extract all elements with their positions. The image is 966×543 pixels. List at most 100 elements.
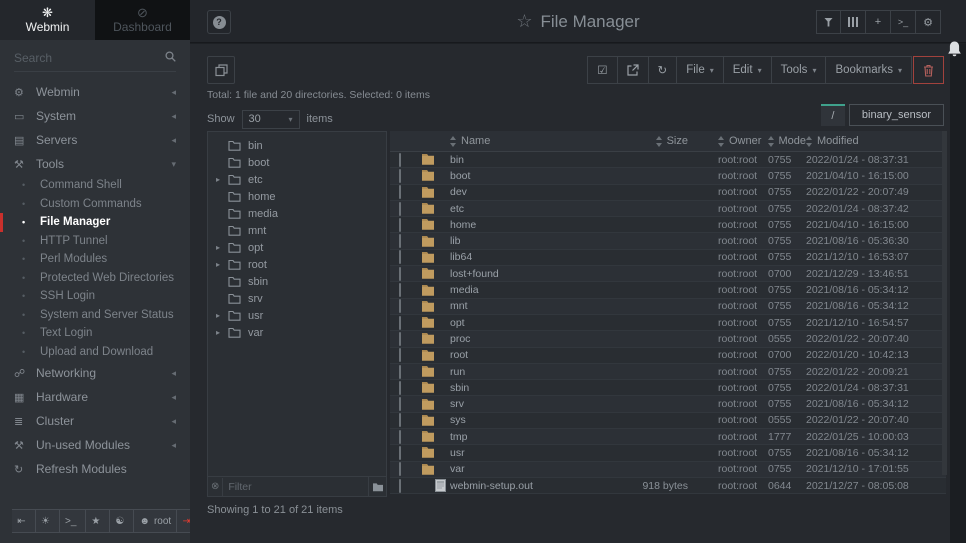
sidebar-item[interactable]: • Perl Modules: [0, 250, 190, 269]
goto-folder-button[interactable]: [368, 477, 386, 497]
collapse-sidebar-button[interactable]: ⇤: [12, 509, 36, 533]
sidebar-item[interactable]: • Text Login: [0, 324, 190, 343]
expand-arrow-icon[interactable]: ▸: [216, 311, 228, 320]
table-row[interactable]: sys root:root 0555 2022/01/22 - 20:07:40: [390, 413, 946, 429]
add-button[interactable]: +: [866, 10, 891, 34]
clear-filter-icon[interactable]: ⊗: [208, 481, 222, 492]
favorites-button[interactable]: ★: [86, 509, 110, 533]
table-row[interactable]: run root:root 0755 2022/01/22 - 20:09:21: [390, 364, 946, 380]
table-row[interactable]: etc root:root 0755 2022/01/24 - 08:37:42: [390, 201, 946, 217]
file-name[interactable]: proc: [450, 333, 602, 345]
file-name[interactable]: sys: [450, 414, 602, 426]
column-header-name[interactable]: Name: [450, 135, 602, 147]
help-button[interactable]: ?: [207, 10, 231, 34]
file-name[interactable]: sbin: [450, 382, 602, 394]
tree-folder-item[interactable]: ▸ etc: [208, 171, 386, 188]
row-checkbox[interactable]: [399, 365, 401, 379]
row-checkbox[interactable]: [399, 283, 401, 297]
row-checkbox[interactable]: [399, 479, 401, 493]
table-row[interactable]: lib root:root 0755 2021/08/16 - 05:36:30: [390, 233, 946, 249]
file-name[interactable]: var: [450, 463, 602, 475]
delete-button[interactable]: [913, 56, 944, 84]
table-row[interactable]: home root:root 0755 2021/04/10 - 16:15:0…: [390, 217, 946, 233]
tree-folder-item[interactable]: ▸ media: [208, 205, 386, 222]
tree-folder-item[interactable]: ▸ sbin: [208, 273, 386, 290]
file-name[interactable]: etc: [450, 203, 602, 215]
settings-button[interactable]: ⚙: [916, 10, 941, 34]
row-checkbox[interactable]: [399, 234, 401, 248]
file-name[interactable]: opt: [450, 317, 602, 329]
table-row[interactable]: opt root:root 0755 2021/12/10 - 16:54:57: [390, 315, 946, 331]
row-checkbox[interactable]: [399, 153, 401, 167]
toolbar-menu[interactable]: Edit ▾: [724, 56, 772, 84]
sidebar-item[interactable]: • File Manager: [0, 213, 190, 232]
expand-arrow-icon[interactable]: ▸: [216, 328, 228, 337]
sidebar-item[interactable]: • Command Shell: [0, 176, 190, 195]
sidebar-item[interactable]: • Custom Commands: [0, 195, 190, 214]
palette-button[interactable]: ☯: [110, 509, 134, 533]
expand-arrow-icon[interactable]: ▸: [216, 243, 228, 252]
tab-webmin[interactable]: ❋ Webmin: [0, 0, 95, 40]
table-row[interactable]: lib64 root:root 0755 2021/12/10 - 16:53:…: [390, 250, 946, 266]
column-header-owner[interactable]: Owner: [718, 135, 768, 147]
file-name[interactable]: mnt: [450, 300, 602, 312]
row-checkbox[interactable]: [399, 462, 401, 476]
file-name[interactable]: boot: [450, 170, 602, 182]
search-input[interactable]: [14, 46, 176, 70]
row-checkbox[interactable]: [399, 397, 401, 411]
row-checkbox[interactable]: [399, 185, 401, 199]
table-row[interactable]: media root:root 0755 2021/08/16 - 05:34:…: [390, 282, 946, 298]
table-row[interactable]: dev root:root 0755 2022/01/22 - 20:07:49: [390, 185, 946, 201]
row-checkbox[interactable]: [399, 299, 401, 313]
row-checkbox[interactable]: [399, 348, 401, 362]
sidebar-item[interactable]: • SSH Login: [0, 287, 190, 306]
table-row[interactable]: tmp root:root 1777 2022/01/25 - 10:00:03: [390, 429, 946, 445]
tree-filter-input[interactable]: [222, 478, 368, 496]
select-all-button[interactable]: ☑: [587, 56, 617, 84]
theme-toggle-button[interactable]: ☀: [36, 509, 60, 533]
page-size-select[interactable]: 30 ▾: [242, 110, 300, 129]
sidebar-category[interactable]: ⚒ Tools ▾: [0, 152, 190, 176]
tree-folder-item[interactable]: ▸ home: [208, 188, 386, 205]
sidebar-category[interactable]: ▭ System ◂: [0, 104, 190, 128]
table-row[interactable]: lost+found root:root 0700 2021/12/29 - 1…: [390, 266, 946, 282]
tree-folder-item[interactable]: ▸ bin: [208, 137, 386, 154]
file-name[interactable]: lost+found: [450, 268, 602, 280]
sidebar-category[interactable]: ⚙ Webmin ◂: [0, 80, 190, 104]
terminal-button[interactable]: >_: [60, 509, 86, 533]
file-name[interactable]: usr: [450, 447, 602, 459]
row-checkbox[interactable]: [399, 218, 401, 232]
toolbar-menu[interactable]: Bookmarks ▾: [826, 56, 912, 84]
expand-arrow-icon[interactable]: ▸: [216, 175, 228, 184]
breadcrumb-root[interactable]: /: [821, 104, 845, 126]
row-checkbox[interactable]: [399, 250, 401, 264]
sidebar-category[interactable]: ≣ Cluster ◂: [0, 409, 190, 433]
file-name[interactable]: tmp: [450, 431, 602, 443]
file-name[interactable]: lib64: [450, 251, 602, 263]
tree-folder-item[interactable]: ▸ usr: [208, 307, 386, 324]
row-checkbox[interactable]: [399, 267, 401, 281]
file-name[interactable]: media: [450, 284, 602, 296]
sidebar-category[interactable]: ↻ Refresh Modules: [0, 457, 190, 481]
sidebar-category[interactable]: ⚒ Un-used Modules ◂: [0, 433, 190, 457]
table-row[interactable]: webmin-setup.out 918 bytes root:root 064…: [390, 478, 946, 494]
page-scroll-gutter[interactable]: [950, 44, 966, 543]
file-name[interactable]: dev: [450, 186, 602, 198]
sidebar-category[interactable]: ☍ Networking ◂: [0, 361, 190, 385]
tree-folder-item[interactable]: ▸ boot: [208, 154, 386, 171]
file-name[interactable]: webmin-setup.out: [450, 480, 602, 492]
file-name[interactable]: lib: [450, 235, 602, 247]
column-header-modified[interactable]: Modified: [806, 135, 946, 147]
table-row[interactable]: usr root:root 0755 2021/08/16 - 05:34:12: [390, 445, 946, 461]
row-checkbox[interactable]: [399, 316, 401, 330]
tab-dashboard[interactable]: ⊘ Dashboard: [95, 0, 190, 40]
file-name[interactable]: srv: [450, 398, 602, 410]
table-row[interactable]: mnt root:root 0755 2021/08/16 - 05:34:12: [390, 299, 946, 315]
file-name[interactable]: bin: [450, 154, 602, 166]
column-header-size[interactable]: Size: [602, 135, 702, 147]
breadcrumb-current[interactable]: binary_sensor: [849, 104, 944, 126]
file-name[interactable]: root: [450, 349, 602, 361]
table-row[interactable]: root root:root 0700 2022/01/20 - 10:42:1…: [390, 348, 946, 364]
table-row[interactable]: sbin root:root 0755 2022/01/24 - 08:37:3…: [390, 380, 946, 396]
row-checkbox[interactable]: [399, 202, 401, 216]
